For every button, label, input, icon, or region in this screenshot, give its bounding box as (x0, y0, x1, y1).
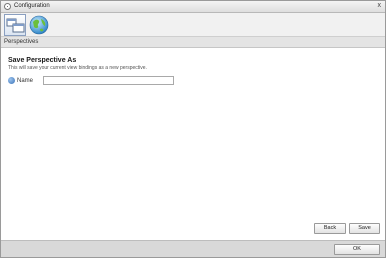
help-icon[interactable] (8, 77, 15, 84)
footer-bar: OK (1, 240, 385, 257)
main-content: Save Perspective As This will save your … (1, 48, 385, 240)
close-icon[interactable]: x (378, 2, 382, 9)
globe-tool-button[interactable] (28, 14, 50, 36)
section-label: Perspectives (4, 39, 39, 45)
perspectives-tool-button[interactable] (4, 14, 26, 36)
name-field-row: Name (8, 76, 178, 86)
ok-button[interactable]: OK (334, 244, 380, 255)
save-button[interactable]: Save (349, 223, 380, 234)
title-bar: Configuration x (1, 1, 385, 13)
page-title: Save Perspective As (8, 57, 77, 64)
page-description: This will save your current view binding… (8, 65, 147, 71)
name-input[interactable] (43, 76, 174, 85)
back-button[interactable]: Back (314, 223, 346, 234)
section-header: Perspectives (1, 37, 385, 48)
configuration-window: Configuration x Perspectives Save Perspe… (0, 0, 386, 258)
name-label: Name (17, 78, 34, 84)
perspectives-icon (6, 18, 25, 33)
toolbar (1, 13, 385, 37)
app-icon (4, 3, 11, 10)
window-title: Configuration (14, 3, 50, 9)
globe-icon (29, 15, 49, 35)
